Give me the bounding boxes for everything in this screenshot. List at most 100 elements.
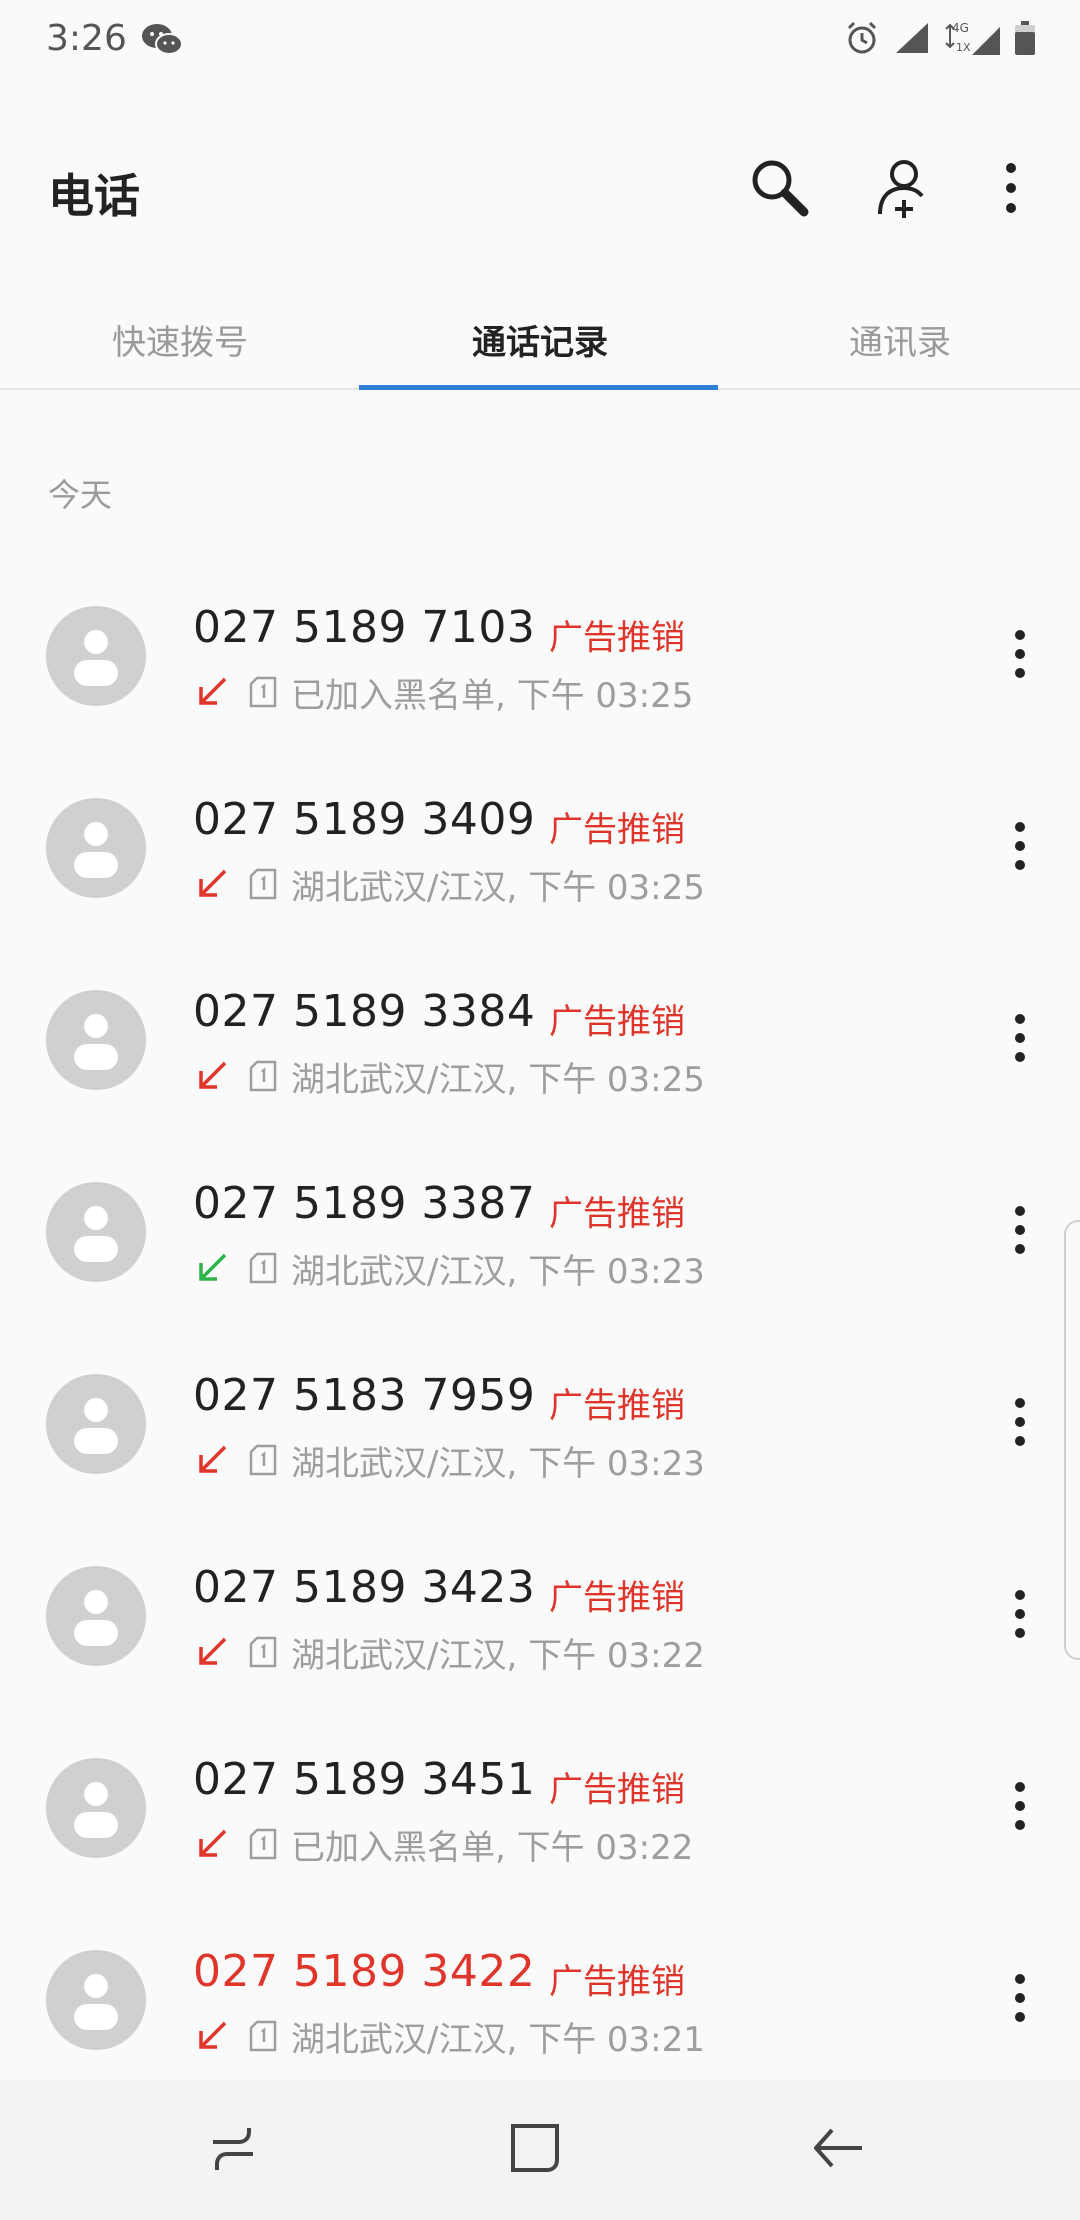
- scroll-handle[interactable]: [1064, 1220, 1080, 1660]
- avatar-head: [84, 822, 108, 846]
- sim-card-icon: [249, 1444, 277, 1476]
- call-number: 027 5189 3384: [193, 986, 536, 1037]
- back-icon: [810, 2120, 866, 2180]
- status-time: 3:26: [46, 18, 127, 59]
- missed-call-icon: [195, 2019, 229, 2053]
- avatar-body: [74, 852, 118, 878]
- tab-speed-dial[interactable]: 快速拨号: [0, 290, 360, 388]
- search-button[interactable]: [740, 150, 820, 230]
- home-button[interactable]: [485, 2110, 585, 2190]
- call-detail: 湖北武汉/江汉, 下午 03:23: [291, 1443, 705, 1484]
- spam-tag: 广告推销: [549, 1962, 685, 2002]
- avatar[interactable]: [46, 1758, 146, 1858]
- active-tab-indicator: [359, 385, 718, 390]
- tab-bar: 快速拨号 通话记录 通讯录: [0, 290, 1080, 390]
- incoming-call-icon: [195, 1251, 229, 1285]
- more-vert-icon: [1012, 1205, 1028, 1259]
- avatar-body: [74, 1044, 118, 1070]
- missed-call-icon: [195, 1059, 229, 1093]
- call-more-button[interactable]: [1000, 1768, 1040, 1848]
- call-log-row[interactable]: 027 5189 3451 广告推销 已加入黑名单, 下午 03:22: [0, 1712, 1080, 1904]
- call-log-row[interactable]: 027 5189 3423 广告推销 湖北武汉/江汉, 下午 03:22: [0, 1520, 1080, 1712]
- search-icon: [748, 156, 812, 224]
- avatar-head: [84, 1974, 108, 1998]
- avatar[interactable]: [46, 798, 146, 898]
- call-more-button[interactable]: [1000, 1960, 1040, 2040]
- call-detail: 湖北武汉/江汉, 下午 03:21: [291, 2019, 705, 2060]
- call-log-row[interactable]: 027 5189 3384 广告推销湖北武汉/江汉, 下午 03:25: [0, 944, 1080, 1136]
- add-contact-icon: [874, 156, 938, 224]
- call-detail: 已加入黑名单, 下午 03:25: [291, 675, 694, 716]
- call-more-button[interactable]: [1000, 616, 1040, 696]
- call-log-row[interactable]: 027 5189 3409 广告推销 湖北武汉/江汉, 下午 03:25: [0, 752, 1080, 944]
- avatar[interactable]: [46, 1182, 146, 1282]
- call-more-button[interactable]: [1000, 1000, 1040, 1080]
- call-more-button[interactable]: [1000, 1192, 1040, 1272]
- overflow-menu-button[interactable]: [971, 150, 1051, 230]
- more-vert-icon: [1012, 821, 1028, 875]
- more-vert-icon: [1012, 629, 1028, 683]
- call-more-button[interactable]: [1000, 1576, 1040, 1656]
- missed-call-icon: [195, 1635, 229, 1669]
- battery-icon: [1014, 20, 1036, 60]
- avatar-body: [74, 1428, 118, 1454]
- spam-tag: 广告推销: [549, 1578, 685, 1618]
- call-number: 027 5189 3451: [193, 1754, 536, 1805]
- call-number: 027 5189 3387: [193, 1178, 536, 1229]
- call-log-row[interactable]: 027 5189 7103 广告推销 已加入黑名单, 下午 03:25: [0, 560, 1080, 752]
- call-number: 027 5183 7959: [193, 1370, 536, 1421]
- back-button[interactable]: [788, 2110, 888, 2190]
- signal-icon: [894, 21, 930, 59]
- avatar[interactable]: [46, 990, 146, 1090]
- call-detail-line: 已加入黑名单, 下午 03:22: [195, 1822, 693, 1868]
- more-vert-icon: [1001, 162, 1021, 218]
- call-detail-line: 湖北武汉/江汉, 下午 03:25: [195, 1054, 705, 1100]
- more-vert-icon: [1012, 1589, 1028, 1643]
- missed-call-icon: [195, 1827, 229, 1861]
- avatar-head: [84, 1782, 108, 1806]
- call-detail-line: 湖北武汉/江汉, 下午 03:23: [195, 1246, 705, 1292]
- avatar-body: [74, 1620, 118, 1646]
- missed-call-icon: [195, 675, 229, 709]
- call-detail: 湖北武汉/江汉, 下午 03:25: [291, 1059, 705, 1100]
- avatar[interactable]: [46, 1566, 146, 1666]
- spam-tag: 广告推销: [549, 1386, 685, 1426]
- missed-call-icon: [195, 867, 229, 901]
- avatar-head: [84, 1398, 108, 1422]
- tab-call-log[interactable]: 通话记录: [360, 290, 720, 388]
- add-contact-button[interactable]: [866, 150, 946, 230]
- call-log-row[interactable]: 027 5189 3422 广告推销 湖北武汉/江汉, 下午 03:21: [0, 1904, 1080, 2096]
- avatar-body: [74, 2004, 118, 2030]
- sim-card-icon: [249, 676, 277, 708]
- spam-tag: 广告推销: [549, 618, 685, 658]
- call-log-row[interactable]: 027 5183 7959 广告推销湖北武汉/江汉, 下午 03:23: [0, 1328, 1080, 1520]
- spam-tag: 广告推销: [549, 1002, 685, 1042]
- recents-button[interactable]: [183, 2110, 283, 2190]
- call-more-button[interactable]: [1000, 808, 1040, 888]
- call-detail-line: 已加入黑名单, 下午 03:25: [195, 670, 694, 716]
- call-log-list: 027 5189 7103 广告推销 已加入黑名单, 下午 03:25 027 518…: [0, 560, 1080, 2096]
- avatar[interactable]: [46, 1374, 146, 1474]
- avatar-body: [74, 1236, 118, 1262]
- call-detail-line: 湖北武汉/江汉, 下午 03:23: [195, 1438, 705, 1484]
- avatar[interactable]: [46, 1950, 146, 2050]
- avatar-head: [84, 630, 108, 654]
- avatar-head: [84, 1590, 108, 1614]
- wechat-notification-icon: [140, 22, 184, 58]
- missed-call-icon: [195, 1443, 229, 1477]
- call-detail-line: 湖北武汉/江汉, 下午 03:25: [195, 862, 705, 908]
- sim-card-icon: [249, 1636, 277, 1668]
- home-icon: [507, 2120, 563, 2180]
- tab-contacts[interactable]: 通讯录: [720, 290, 1080, 388]
- section-header-today: 今天: [48, 476, 113, 514]
- call-number: 027 5189 3423: [193, 1562, 536, 1613]
- avatar[interactable]: [46, 606, 146, 706]
- more-vert-icon: [1012, 1397, 1028, 1451]
- more-vert-icon: [1012, 1781, 1028, 1835]
- avatar-head: [84, 1014, 108, 1038]
- call-log-row[interactable]: 027 5189 3387 广告推销 湖北武汉/江汉, 下午 03:23: [0, 1136, 1080, 1328]
- sim-card-icon: [249, 868, 277, 900]
- call-more-button[interactable]: [1000, 1384, 1040, 1464]
- call-detail: 湖北武汉/江汉, 下午 03:23: [291, 1251, 705, 1292]
- more-vert-icon: [1012, 1013, 1028, 1067]
